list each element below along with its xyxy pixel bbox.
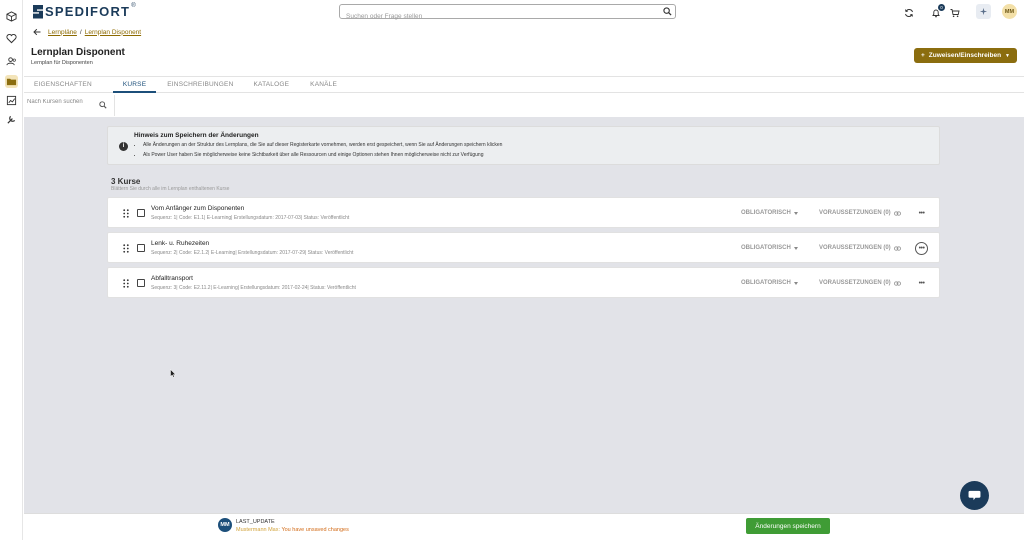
footer-bar bbox=[24, 513, 1024, 540]
notice-bullet: Als Power User haben Sie möglicherweise … bbox=[143, 152, 502, 158]
search-icon[interactable] bbox=[99, 101, 107, 109]
breadcrumb: Lernpläne / Lernplan Disponent bbox=[33, 28, 141, 36]
tools-icon[interactable] bbox=[5, 113, 18, 126]
course-meta: Sequenz: 2| Code: E2.1.2| E-Learning| Er… bbox=[151, 250, 354, 256]
heart-icon[interactable] bbox=[5, 32, 18, 45]
tab-eigenschaften[interactable]: EIGENSCHAFTEN bbox=[34, 77, 92, 93]
breadcrumb-link-current[interactable]: Lernplan Disponent bbox=[85, 29, 141, 36]
course-title[interactable]: Abfalltransport bbox=[151, 275, 193, 282]
prerequisites-button[interactable]: VORAUSSETZUNGEN (0) bbox=[819, 245, 901, 251]
prerequisites-label: VORAUSSETZUNGEN (0) bbox=[819, 210, 891, 216]
prerequisites-label: VORAUSSETZUNGEN (0) bbox=[819, 245, 891, 251]
tab-einschreibungen[interactable]: EINSCHREIBUNGEN bbox=[167, 77, 233, 93]
chat-button[interactable] bbox=[960, 481, 989, 510]
prerequisites-button[interactable]: VORAUSSETZUNGEN (0) bbox=[819, 210, 901, 216]
course-row: Lenk- u. Ruhezeiten Sequenz: 2| Code: E2… bbox=[107, 232, 940, 263]
last-update-label: LAST_UPDATE bbox=[236, 519, 275, 525]
global-search-input[interactable] bbox=[340, 10, 640, 23]
drag-handle-icon[interactable] bbox=[123, 209, 129, 218]
prerequisites-button[interactable]: VORAUSSETZUNGEN (0) bbox=[819, 280, 901, 286]
notice-bullet: Alle Änderungen an der Struktur des Lern… bbox=[143, 142, 502, 148]
brand-registered: ® bbox=[131, 3, 136, 9]
mandatory-label: OBLIGATORISCH bbox=[741, 210, 791, 216]
content-area bbox=[24, 117, 1024, 513]
drag-handle-icon[interactable] bbox=[123, 279, 129, 288]
course-meta: Sequenz: 3| Code: E2.11.2| E-Learning| E… bbox=[151, 285, 356, 291]
left-nav-rail bbox=[0, 0, 23, 540]
sync-icon[interactable] bbox=[904, 5, 914, 23]
info-icon: i bbox=[119, 142, 128, 151]
more-options-icon[interactable]: ••• bbox=[915, 207, 928, 220]
course-meta: Sequenz: 1| Code: E1.1| E-Learning| Erst… bbox=[151, 215, 350, 221]
global-search bbox=[339, 4, 676, 23]
back-arrow-icon[interactable] bbox=[33, 28, 41, 36]
mandatory-dropdown[interactable]: OBLIGATORISCH bbox=[741, 210, 798, 216]
footer-avatar: MM bbox=[218, 518, 232, 532]
page-title: Lernplan Disponent bbox=[31, 47, 125, 58]
brand-logo[interactable]: SPEDIFORT ® bbox=[33, 3, 136, 20]
tab-kanaele[interactable]: KANÄLE bbox=[310, 77, 337, 93]
mandatory-dropdown[interactable]: OBLIGATORISCH bbox=[741, 280, 798, 286]
course-count-subtitle: Blättern Sie durch alle im Lernplan enth… bbox=[111, 186, 230, 192]
course-checkbox[interactable] bbox=[137, 244, 145, 252]
save-notice-panel: i Hinweis zum Speichern der Änderungen A… bbox=[107, 126, 940, 165]
brand-name: SPEDIFORT bbox=[45, 4, 131, 19]
page-subtitle: Lernplan für Disponenten bbox=[31, 60, 93, 66]
ai-sparkle-button[interactable] bbox=[976, 4, 991, 19]
sparkle-icon bbox=[979, 7, 988, 16]
unsaved-changes-text: You have unsaved changes bbox=[281, 527, 349, 533]
folder-icon[interactable] bbox=[5, 75, 18, 88]
notification-badge: 0 bbox=[938, 4, 945, 11]
course-checkbox[interactable] bbox=[137, 279, 145, 287]
course-checkbox[interactable] bbox=[137, 209, 145, 217]
course-title[interactable]: Lenk- u. Ruhezeiten bbox=[151, 240, 209, 247]
more-options-icon[interactable]: ••• bbox=[915, 242, 928, 255]
chat-bubble-icon bbox=[968, 490, 981, 501]
mandatory-label: OBLIGATORISCH bbox=[741, 280, 791, 286]
drag-handle-icon[interactable] bbox=[123, 244, 129, 253]
assign-button-label: Zuweisen/Einschreiben bbox=[928, 52, 1002, 59]
search-icon[interactable] bbox=[663, 7, 672, 16]
chart-icon[interactable] bbox=[5, 94, 18, 107]
assign-enroll-button[interactable]: + Zuweisen/Einschreiben ▼ bbox=[914, 48, 1017, 63]
mouse-cursor-icon bbox=[170, 369, 176, 378]
users-icon[interactable] bbox=[5, 55, 18, 68]
notice-list: Alle Änderungen an der Struktur des Lern… bbox=[143, 142, 502, 162]
course-row: Abfalltransport Sequenz: 3| Code: E2.11.… bbox=[107, 267, 940, 298]
link-icon bbox=[893, 280, 901, 286]
mandatory-label: OBLIGATORISCH bbox=[741, 245, 791, 251]
caret-down-icon: ▼ bbox=[1005, 52, 1010, 59]
more-options-icon[interactable]: ••• bbox=[915, 277, 928, 290]
caret-down-icon bbox=[793, 281, 798, 285]
course-search bbox=[24, 95, 115, 116]
course-row: Vom Anfänger zum Disponenten Sequenz: 1|… bbox=[107, 197, 940, 228]
course-search-input[interactable] bbox=[27, 99, 97, 105]
user-avatar[interactable]: MM bbox=[1002, 4, 1017, 19]
link-icon bbox=[893, 210, 901, 216]
tab-kataloge[interactable]: KATALOGE bbox=[253, 77, 289, 93]
notice-title: Hinweis zum Speichern der Änderungen bbox=[134, 132, 259, 139]
breadcrumb-separator: / bbox=[79, 28, 82, 36]
link-icon bbox=[893, 245, 901, 251]
cart-icon[interactable] bbox=[950, 5, 960, 23]
save-changes-button[interactable]: Änderungen speichern bbox=[746, 518, 830, 534]
tab-bar: EIGENSCHAFTEN KURSE EINSCHREIBUNGEN KATA… bbox=[24, 76, 1024, 93]
course-count: 3 Kurse bbox=[111, 177, 141, 186]
plus-icon: + bbox=[921, 52, 925, 59]
caret-down-icon bbox=[793, 211, 798, 215]
unsaved-status: Mustermann Max: You have unsaved changes bbox=[236, 527, 349, 533]
caret-down-icon bbox=[793, 246, 798, 250]
breadcrumb-link-lernplaene[interactable]: Lernpläne bbox=[48, 29, 77, 36]
logo-mark bbox=[33, 4, 43, 19]
mandatory-dropdown[interactable]: OBLIGATORISCH bbox=[741, 245, 798, 251]
course-title[interactable]: Vom Anfänger zum Disponenten bbox=[151, 205, 244, 212]
prerequisites-label: VORAUSSETZUNGEN (0) bbox=[819, 280, 891, 286]
cube-icon[interactable] bbox=[5, 10, 18, 23]
footer-user: Mustermann Max: bbox=[236, 527, 281, 533]
tab-kurse[interactable]: KURSE bbox=[112, 77, 157, 93]
